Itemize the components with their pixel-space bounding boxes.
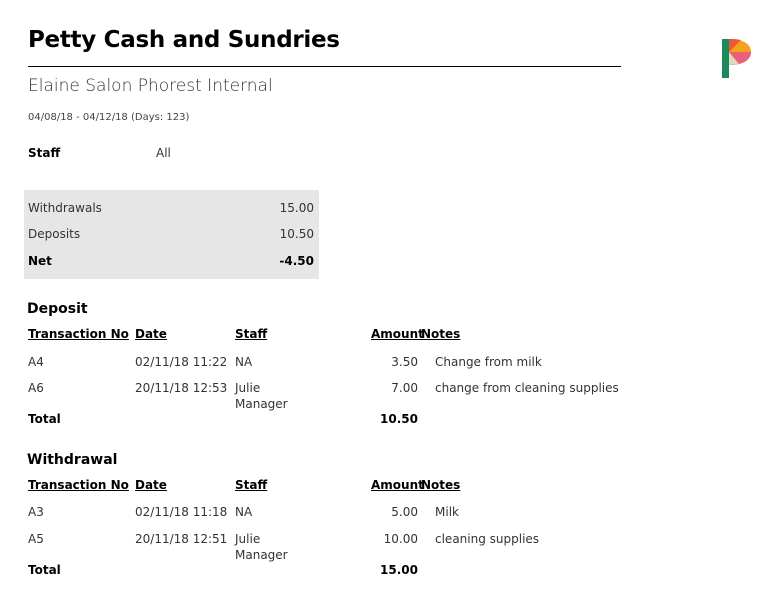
total-label: Total — [28, 412, 61, 426]
cell-staff: NA — [235, 505, 253, 519]
col-header-transaction-no: Transaction No — [28, 327, 129, 341]
summary-value: 15.00 — [279, 201, 314, 215]
summary-label: Net — [28, 254, 52, 268]
col-header-notes: Notes — [421, 327, 461, 341]
summary-label: Deposits — [28, 227, 81, 241]
cell-amount: 3.50 — [391, 355, 418, 369]
col-header-staff: Staff — [235, 327, 268, 341]
location-name: Elaine Salon Phorest Internal — [28, 76, 273, 96]
cell-staff-role: Manager — [235, 397, 288, 411]
total-value: 10.50 — [380, 412, 418, 426]
summary-value: 10.50 — [279, 227, 314, 241]
summary-value: -4.50 — [279, 254, 314, 268]
deposit-section-title: Deposit — [27, 301, 88, 317]
staff-filter-value: All — [156, 146, 171, 160]
cell-date: 20/11/18 12:51 — [135, 532, 228, 546]
cell-staff: Julie — [235, 381, 261, 395]
staff-filter-label: Staff — [28, 146, 61, 160]
date-range: 04/08/18 - 04/12/18 (Days: 123) — [28, 112, 190, 123]
cell-notes: Change from milk — [435, 355, 542, 369]
col-header-staff: Staff — [235, 478, 268, 492]
cell-notes: Milk — [435, 505, 459, 519]
cell-amount: 5.00 — [391, 505, 418, 519]
cell-date: 02/11/18 11:22 — [135, 355, 228, 369]
total-label: Total — [28, 563, 61, 577]
report-title: Petty Cash and Sundries — [28, 27, 340, 53]
cell-amount: 10.00 — [383, 532, 418, 546]
cell-staff: Julie — [235, 532, 261, 546]
title-divider — [28, 66, 621, 67]
cell-staff-role: Manager — [235, 548, 288, 562]
col-header-amount: Amount — [371, 478, 424, 492]
cell-transaction-no: A3 — [28, 505, 44, 519]
cell-transaction-no: A4 — [28, 355, 44, 369]
cell-amount: 7.00 — [391, 381, 418, 395]
col-header-date: Date — [135, 478, 167, 492]
cell-transaction-no: A6 — [28, 381, 44, 395]
total-value: 15.00 — [380, 563, 418, 577]
cell-date: 02/11/18 11:18 — [135, 505, 228, 519]
col-header-amount: Amount — [371, 327, 424, 341]
summary-box: Withdrawals 15.00 Deposits 10.50 Net -4.… — [24, 190, 319, 279]
cell-date: 20/11/18 12:53 — [135, 381, 228, 395]
cell-transaction-no: A5 — [28, 532, 44, 546]
cell-staff: NA — [235, 355, 253, 369]
col-header-notes: Notes — [421, 478, 461, 492]
cell-notes: change from cleaning supplies — [435, 381, 619, 395]
withdrawal-section-title: Withdrawal — [27, 452, 118, 468]
cell-notes: cleaning supplies — [435, 532, 540, 546]
phorest-logo-icon — [722, 39, 751, 78]
col-header-transaction-no: Transaction No — [28, 478, 129, 492]
summary-label: Withdrawals — [28, 201, 102, 215]
col-header-date: Date — [135, 327, 167, 341]
